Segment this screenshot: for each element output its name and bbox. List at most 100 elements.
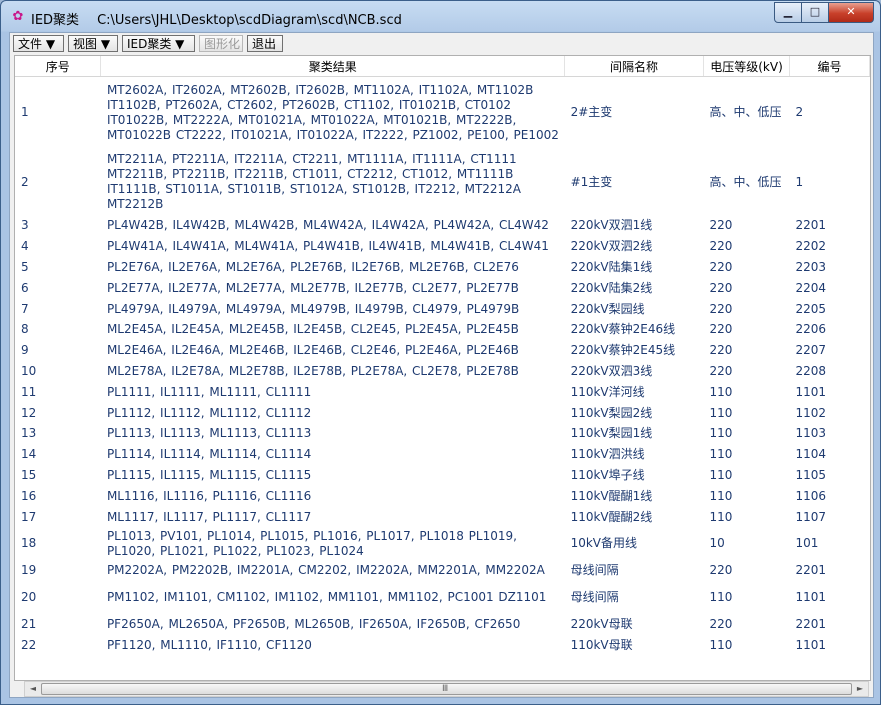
cell-bay-name: 220kV双泗3线 xyxy=(570,363,653,378)
table-row[interactable]: 16 ML1116, IL1116, PL1116, CL1116 110kV醍醐1… xyxy=(15,486,870,507)
table-row[interactable]: 7 PL4979A, IL4979A, ML4979A, ML4979B, IL4… xyxy=(15,299,870,320)
header-voltage[interactable]: 电压等级(kV) xyxy=(703,56,791,77)
cell-voltage: 220 xyxy=(709,363,733,378)
cell-bay-name: 110kV洋河线 xyxy=(570,384,645,399)
table-row[interactable]: 6 PL2E77A, IL2E77A, ML2E77A, ML2E77B, IL2… xyxy=(15,278,870,299)
cell-index: 3 xyxy=(21,218,29,233)
cell-index: 17 xyxy=(21,509,37,524)
cell-code: 1105 xyxy=(795,467,827,482)
app-icon: ✿ xyxy=(12,9,24,24)
table-row[interactable]: 13 PL1113, IL1113, ML1113, CL1113 110kV梨园1… xyxy=(15,423,870,444)
cell-result: PF1120, ML1110, IF1110, CF1120 xyxy=(106,637,312,652)
cell-voltage: 110 xyxy=(709,384,733,399)
cell-code: 1103 xyxy=(795,426,827,441)
cell-bay-name: 220kV母联 xyxy=(570,617,633,632)
table-row[interactable]: 4 PL4W41A, IL4W41A, ML4W41A, PL4W41B, IL4… xyxy=(15,236,870,257)
cell-bay-name: 220kV双泗1线 xyxy=(570,218,653,233)
cell-index: 8 xyxy=(21,322,29,337)
cell-bay-name: 110kV埠子线 xyxy=(570,467,645,482)
cell-result: PL1113, IL1113, ML1113, CL1113 xyxy=(106,426,312,441)
table-row[interactable]: 22 PF1120, ML1110, IF1110, CF1120 110kV母联 1… xyxy=(15,635,870,656)
table-row[interactable]: 11 PL1111, IL1111, ML1111, CL1111 110kV洋河线… xyxy=(15,382,870,403)
cell-voltage: 220 xyxy=(709,280,733,295)
title-bar[interactable]: ✿ IED聚类 C:\Users\JHL\Desktop\scdDiagram\s… xyxy=(1,1,880,31)
menu-bar: 文件 ▼ 视图 ▼ IED聚类 ▼ 图形化 退出 xyxy=(10,33,873,55)
cell-code: 2201 xyxy=(795,563,827,578)
cell-bay-name: 10kV备用线 xyxy=(570,536,637,551)
header-bay-name[interactable]: 间隔名称 xyxy=(564,56,705,77)
cell-result: PL4979A, IL4979A, ML4979A, ML4979B, IL49… xyxy=(106,301,520,316)
cell-result: PL1111, IL1111, ML1111, CL1111 xyxy=(106,384,312,399)
table-row[interactable]: 20 PM1102, IM1101, CM1102, IM1102, MM1101… xyxy=(15,581,870,614)
cell-bay-name: 110kV醍醐1线 xyxy=(570,488,653,503)
cell-code: 2207 xyxy=(795,343,827,358)
cell-index: 4 xyxy=(21,239,29,254)
graphical-button[interactable]: 图形化 xyxy=(199,35,243,52)
cell-bay-name: 220kV双泗2线 xyxy=(570,239,653,254)
cell-index: 9 xyxy=(21,343,29,358)
cell-result: ML2E78A, IL2E78A, ML2E78B, IL2E78B, PL2E… xyxy=(106,363,519,378)
table-row[interactable]: 18 PL1013, PV101, PL1014, PL1015, PL1016,… xyxy=(15,527,870,560)
cell-bay-name: 母线间隔 xyxy=(570,563,619,578)
cluster-table: 序号 聚类结果 间隔名称 电压等级(kV) 编号 1 MT2602A, IT260… xyxy=(14,55,871,681)
cell-voltage: 220 xyxy=(709,218,733,233)
table-row[interactable]: 12 PL1112, IL1112, ML1112, CL1112 110kV梨园2… xyxy=(15,403,870,424)
app-name: IED聚类 xyxy=(31,13,80,28)
cell-index: 2 xyxy=(21,174,29,189)
cell-code: 2203 xyxy=(795,259,827,274)
cell-bay-name: 220kV陆集2线 xyxy=(570,280,653,295)
table-row[interactable]: 21 PF2650A, ML2650A, PF2650B, ML2650B, IF… xyxy=(15,614,870,635)
table-row[interactable]: 5 PL2E76A, IL2E76A, ML2E76A, PL2E76B, IL2… xyxy=(15,257,870,278)
scroll-left-icon[interactable]: ◄ xyxy=(25,682,41,696)
table-row[interactable]: 19 PM2202A, PM2202B, IM2201A, CM2202, IM2… xyxy=(15,560,870,581)
cell-code: 1101 xyxy=(795,637,827,652)
table-row[interactable]: 14 PL1114, IL1114, ML1114, CL1114 110kV泗洪线… xyxy=(15,444,870,465)
header-code[interactable]: 编号 xyxy=(789,56,870,77)
minimize-button[interactable]: ▁ xyxy=(774,2,802,23)
table-row[interactable]: 2 MT2211A, PT2211A, IT2211A, CT2211, MT11… xyxy=(15,149,870,216)
cell-result: ML1116, IL1116, PL1116, CL1116 xyxy=(106,488,312,503)
view-menu-button[interactable]: 视图 ▼ xyxy=(68,35,118,52)
table-row[interactable]: 3 PL4W42B, IL4W42B, ML4W42B, ML4W42A, IL4… xyxy=(15,216,870,237)
ied-cluster-menu-button[interactable]: IED聚类 ▼ xyxy=(122,35,195,52)
table-row[interactable]: 15 PL1115, IL1115, ML1115, CL1115 110kV埠子线… xyxy=(15,465,870,486)
cell-bay-name: 220kV蔡钟2E45线 xyxy=(570,343,676,358)
scroll-right-icon[interactable]: ► xyxy=(852,682,868,696)
cell-voltage: 110 xyxy=(709,637,733,652)
cell-result: MT2211A, PT2211A, IT2211A, CT2211, MT111… xyxy=(106,152,522,211)
scroll-thumb[interactable]: Ⅲ xyxy=(41,683,852,695)
table-row[interactable]: 1 MT2602A, IT2602A, MT2602B, IT2602B, MT1… xyxy=(15,77,870,149)
results-table: 序号 聚类结果 间隔名称 电压等级(kV) 编号 1 MT2602A, IT260… xyxy=(15,56,870,656)
cell-result: PL1013, PV101, PL1014, PL1015, PL1016, P… xyxy=(106,528,517,558)
cell-result: PL1115, IL1115, ML1115, CL1115 xyxy=(106,467,312,482)
cell-bay-name: #1主变 xyxy=(570,174,613,189)
cell-result: PF2650A, ML2650A, PF2650B, ML2650B, IF26… xyxy=(106,617,521,632)
cell-bay-name: 110kV梨园2线 xyxy=(570,405,653,420)
cell-result: PM1102, IM1101, CM1102, IM1102, MM1101, … xyxy=(106,590,547,605)
cell-index: 1 xyxy=(21,105,29,120)
table-row[interactable]: 10 ML2E78A, IL2E78A, ML2E78B, IL2E78B, PL… xyxy=(15,361,870,382)
cell-result: ML2E45A, IL2E45A, ML2E45B, IL2E45B, CL2E… xyxy=(106,322,519,337)
cell-index: 5 xyxy=(21,259,29,274)
cell-voltage: 220 xyxy=(709,617,733,632)
maximize-button[interactable]: □ xyxy=(801,2,829,23)
cell-index: 14 xyxy=(21,447,37,462)
cell-result: PL4W41A, IL4W41A, ML4W41A, PL4W41B, IL4W… xyxy=(106,239,549,254)
cell-voltage: 220 xyxy=(709,301,733,316)
cell-code: 2204 xyxy=(795,280,827,295)
header-index[interactable]: 序号 xyxy=(15,56,102,77)
cell-code: 1 xyxy=(795,174,804,189)
table-row[interactable]: 17 ML1117, IL1117, PL1117, CL1117 110kV醍醐2… xyxy=(15,507,870,528)
cell-result: MT2602A, IT2602A, MT2602B, IT2602B, MT11… xyxy=(106,82,559,142)
header-result[interactable]: 聚类结果 xyxy=(100,56,566,77)
app-window: ✿ IED聚类 C:\Users\JHL\Desktop\scdDiagram\s… xyxy=(0,0,881,705)
table-row[interactable]: 8 ML2E45A, IL2E45A, ML2E45B, IL2E45B, CL2… xyxy=(15,319,870,340)
cell-voltage: 220 xyxy=(709,563,733,578)
file-menu-button[interactable]: 文件 ▼ xyxy=(13,35,64,52)
close-button[interactable]: ✕ xyxy=(828,2,874,23)
table-row[interactable]: 9 ML2E46A, IL2E46A, ML2E46B, IL2E46B, CL2… xyxy=(15,340,870,361)
cell-index: 22 xyxy=(21,637,37,652)
cell-bay-name: 220kV梨园线 xyxy=(570,301,645,316)
exit-button[interactable]: 退出 xyxy=(247,35,283,52)
horizontal-scrollbar[interactable]: ◄ Ⅲ ► xyxy=(24,681,869,697)
